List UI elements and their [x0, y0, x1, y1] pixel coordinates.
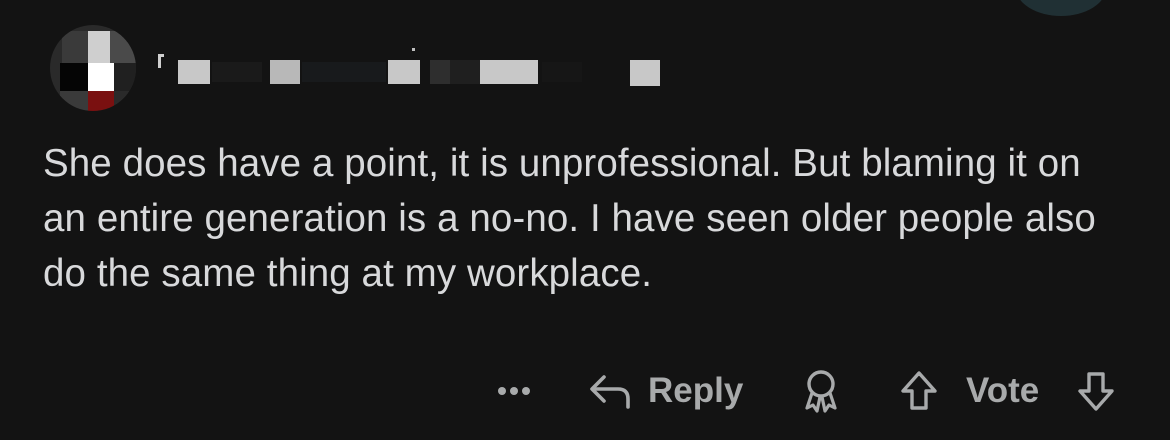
- reply-button[interactable]: Reply: [588, 362, 743, 420]
- vote-count: Vote: [966, 371, 1040, 410]
- reply-label: Reply: [648, 371, 744, 410]
- downvote-button[interactable]: [1073, 368, 1119, 414]
- comment-actions-bar: Reply Vote: [0, 362, 1170, 422]
- award-ribbon-icon: [805, 370, 837, 413]
- corner-badge: [1016, 0, 1106, 16]
- username-redacted[interactable]: [156, 44, 676, 90]
- avatar[interactable]: [50, 25, 136, 111]
- comment-body: She does have a point, it is unprofessio…: [43, 142, 1096, 295]
- award-button[interactable]: [799, 368, 843, 414]
- reply-arrow-icon: [590, 375, 630, 409]
- upvote-arrow-icon: [901, 371, 937, 410]
- more-options-button[interactable]: [494, 374, 534, 408]
- downvote-arrow-icon: [1078, 372, 1114, 411]
- upvote-button[interactable]: [896, 368, 942, 414]
- more-dots-icon: [498, 387, 530, 395]
